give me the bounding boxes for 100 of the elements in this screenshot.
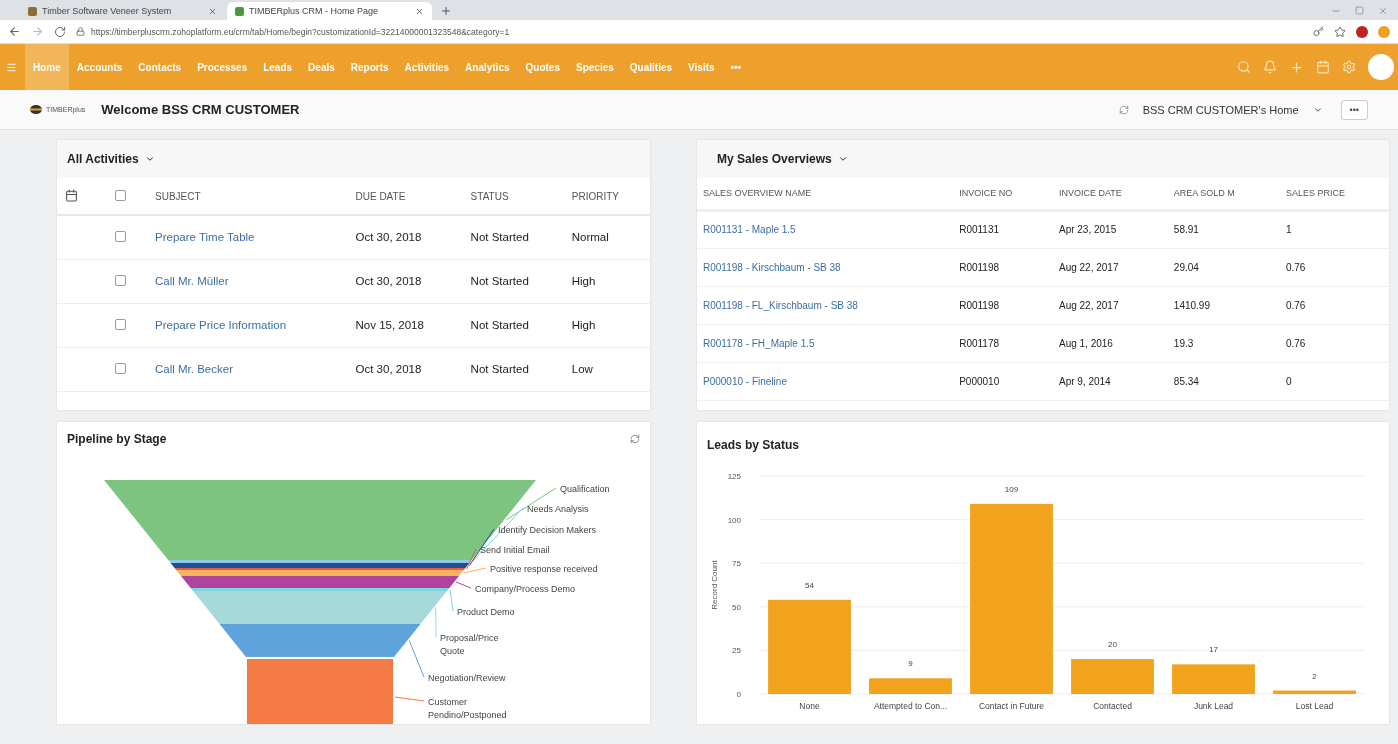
table-cell: Normal <box>563 215 650 259</box>
close-icon[interactable] <box>208 6 217 16</box>
column-header: SALES OVERVIEW NAME <box>697 178 954 210</box>
avatar[interactable] <box>1368 54 1394 80</box>
column-header: AREA SOLD M <box>1167 178 1280 210</box>
browser-tab[interactable]: Timber Software Veneer System <box>20 2 225 20</box>
table-cell: Oct 30, 2018 <box>347 347 463 391</box>
record-link[interactable]: P000010 - Fineline <box>703 375 787 387</box>
y-tick-label: 125 <box>727 472 741 481</box>
table-cell: High <box>563 303 650 347</box>
card-title: My Sales Overviews <box>717 152 832 166</box>
new-tab-icon[interactable] <box>440 5 452 17</box>
stage-label: Qualification <box>560 484 610 495</box>
subject-link[interactable]: Call Mr. Müller <box>155 275 229 287</box>
logo-icon <box>30 105 42 114</box>
subject-link[interactable]: Prepare Time Table <box>155 231 255 244</box>
row-checkbox[interactable] <box>115 318 126 330</box>
leader-line <box>408 640 425 678</box>
star-icon[interactable] <box>1334 25 1346 38</box>
table-cell: R001131 <box>953 210 1053 248</box>
record-link[interactable]: R001178 - FH_Maple 1.5 <box>703 337 815 349</box>
key-icon[interactable] <box>1313 26 1324 37</box>
table-cell: 0.76 <box>1279 286 1389 324</box>
caret-icon[interactable] <box>837 154 848 164</box>
record-link[interactable]: R001131 - Maple 1.5 <box>703 224 796 235</box>
search-icon[interactable] <box>1237 60 1251 74</box>
select-all-checkbox[interactable] <box>115 189 126 201</box>
reload-icon[interactable] <box>54 25 66 38</box>
menu-icon[interactable] <box>6 61 17 73</box>
url-field[interactable]: https://timberpluscrm.zohoplatform.eu/crm/tab/Home/begin?customizationId=32214000001323548&category=1 <box>91 26 510 37</box>
value-label: 2 <box>1312 671 1317 681</box>
close-icon[interactable] <box>415 6 424 16</box>
welcome-title: Welcome BSS CRM CUSTOMER <box>101 102 300 117</box>
y-axis-title: Record Count <box>710 560 719 610</box>
calendar-icon[interactable] <box>1316 60 1330 74</box>
table-cell: Oct 30, 2018 <box>347 259 463 303</box>
home-selector[interactable]: BSS CRM CUSTOMER's Home <box>1142 103 1299 116</box>
stage-label: Proposal/Price Quote <box>440 633 499 657</box>
x-tick-label: Attempted to Con... <box>873 701 948 711</box>
plus-icon[interactable] <box>1289 59 1304 75</box>
table-cell: Apr 9, 2014 <box>1052 362 1168 400</box>
table-cell: Not Started <box>462 347 564 391</box>
table-cell: Not Started <box>462 215 564 259</box>
value-label: 9 <box>908 659 913 669</box>
table-cell: 58.91 <box>1167 210 1280 248</box>
stage-label: Needs Analysis <box>527 504 589 515</box>
column-header: PRIORITY <box>563 178 650 215</box>
column-header: SUBJECT <box>147 178 348 215</box>
table-cell: 1 <box>1279 210 1389 248</box>
subject-link[interactable]: Prepare Price Information <box>155 319 287 331</box>
refresh-icon[interactable] <box>1118 104 1129 115</box>
column-header: STATUS <box>462 178 564 215</box>
table-cell: Apr 23, 2015 <box>1052 210 1168 248</box>
row-checkbox[interactable] <box>115 362 126 374</box>
leader-line <box>394 696 425 702</box>
y-tick-label: 100 <box>727 515 741 525</box>
x-tick-label: Lost Lead <box>1295 701 1334 711</box>
value-label: 54 <box>805 580 814 590</box>
caret-icon[interactable] <box>144 154 155 164</box>
table-cell: 19.3 <box>1167 324 1280 362</box>
stage-label: Send Initial Email <box>480 545 550 556</box>
extension-icon[interactable] <box>1356 25 1368 38</box>
back-icon[interactable] <box>8 25 21 38</box>
card-title: Leads by Status <box>707 438 800 452</box>
value-label: 20 <box>1108 640 1117 650</box>
forward-icon[interactable] <box>31 25 44 38</box>
stage-label: Positive response received <box>490 564 598 575</box>
record-link[interactable]: R001198 - Kirschbaum - SB 38 <box>703 261 841 273</box>
close-icon[interactable] <box>1378 6 1388 16</box>
record-link[interactable]: R001198 - FL_Kirschbaum - SB 38 <box>703 299 858 311</box>
subject-link[interactable]: Call Mr. Becker <box>155 363 233 375</box>
table-cell: 85.34 <box>1167 362 1280 400</box>
row-checkbox[interactable] <box>115 274 126 286</box>
bell-icon[interactable] <box>1263 60 1277 74</box>
more-button[interactable]: ••• <box>1340 99 1368 120</box>
y-tick-label: 75 <box>732 559 741 569</box>
column-settings-icon[interactable] <box>65 188 78 202</box>
y-tick-label: 50 <box>732 602 741 612</box>
stage-label: Company/Process Demo <box>475 584 576 595</box>
row-checkbox[interactable] <box>115 230 126 242</box>
stage-label: Customer Pendino/Postponed <box>428 697 507 721</box>
x-tick-label: Contacted <box>1093 701 1132 711</box>
table-cell: Aug 22, 2017 <box>1052 286 1168 324</box>
leader-line <box>435 607 437 638</box>
table-cell: R001178 <box>953 324 1053 362</box>
value-label: 109 <box>1004 484 1019 494</box>
refresh-icon[interactable] <box>630 433 640 444</box>
table-cell: Oct 30, 2018 <box>347 215 463 259</box>
table-cell: Low <box>563 347 650 391</box>
table-cell: 0.76 <box>1279 248 1389 286</box>
column-header: SALES PRICE <box>1279 178 1389 210</box>
maximize-icon[interactable] <box>1355 6 1364 15</box>
stage-label: Product Demo <box>457 607 515 618</box>
table-cell: R001198 <box>953 248 1053 286</box>
card-title: Pipeline by Stage <box>67 431 167 446</box>
x-tick-label: None <box>799 701 820 711</box>
x-tick-label: Junk Lead <box>1193 701 1234 711</box>
table-cell: Not Started <box>462 259 564 303</box>
browser-tab[interactable]: TIMBERplus CRM - Home Page <box>227 2 432 20</box>
settings-icon[interactable] <box>1342 60 1356 74</box>
